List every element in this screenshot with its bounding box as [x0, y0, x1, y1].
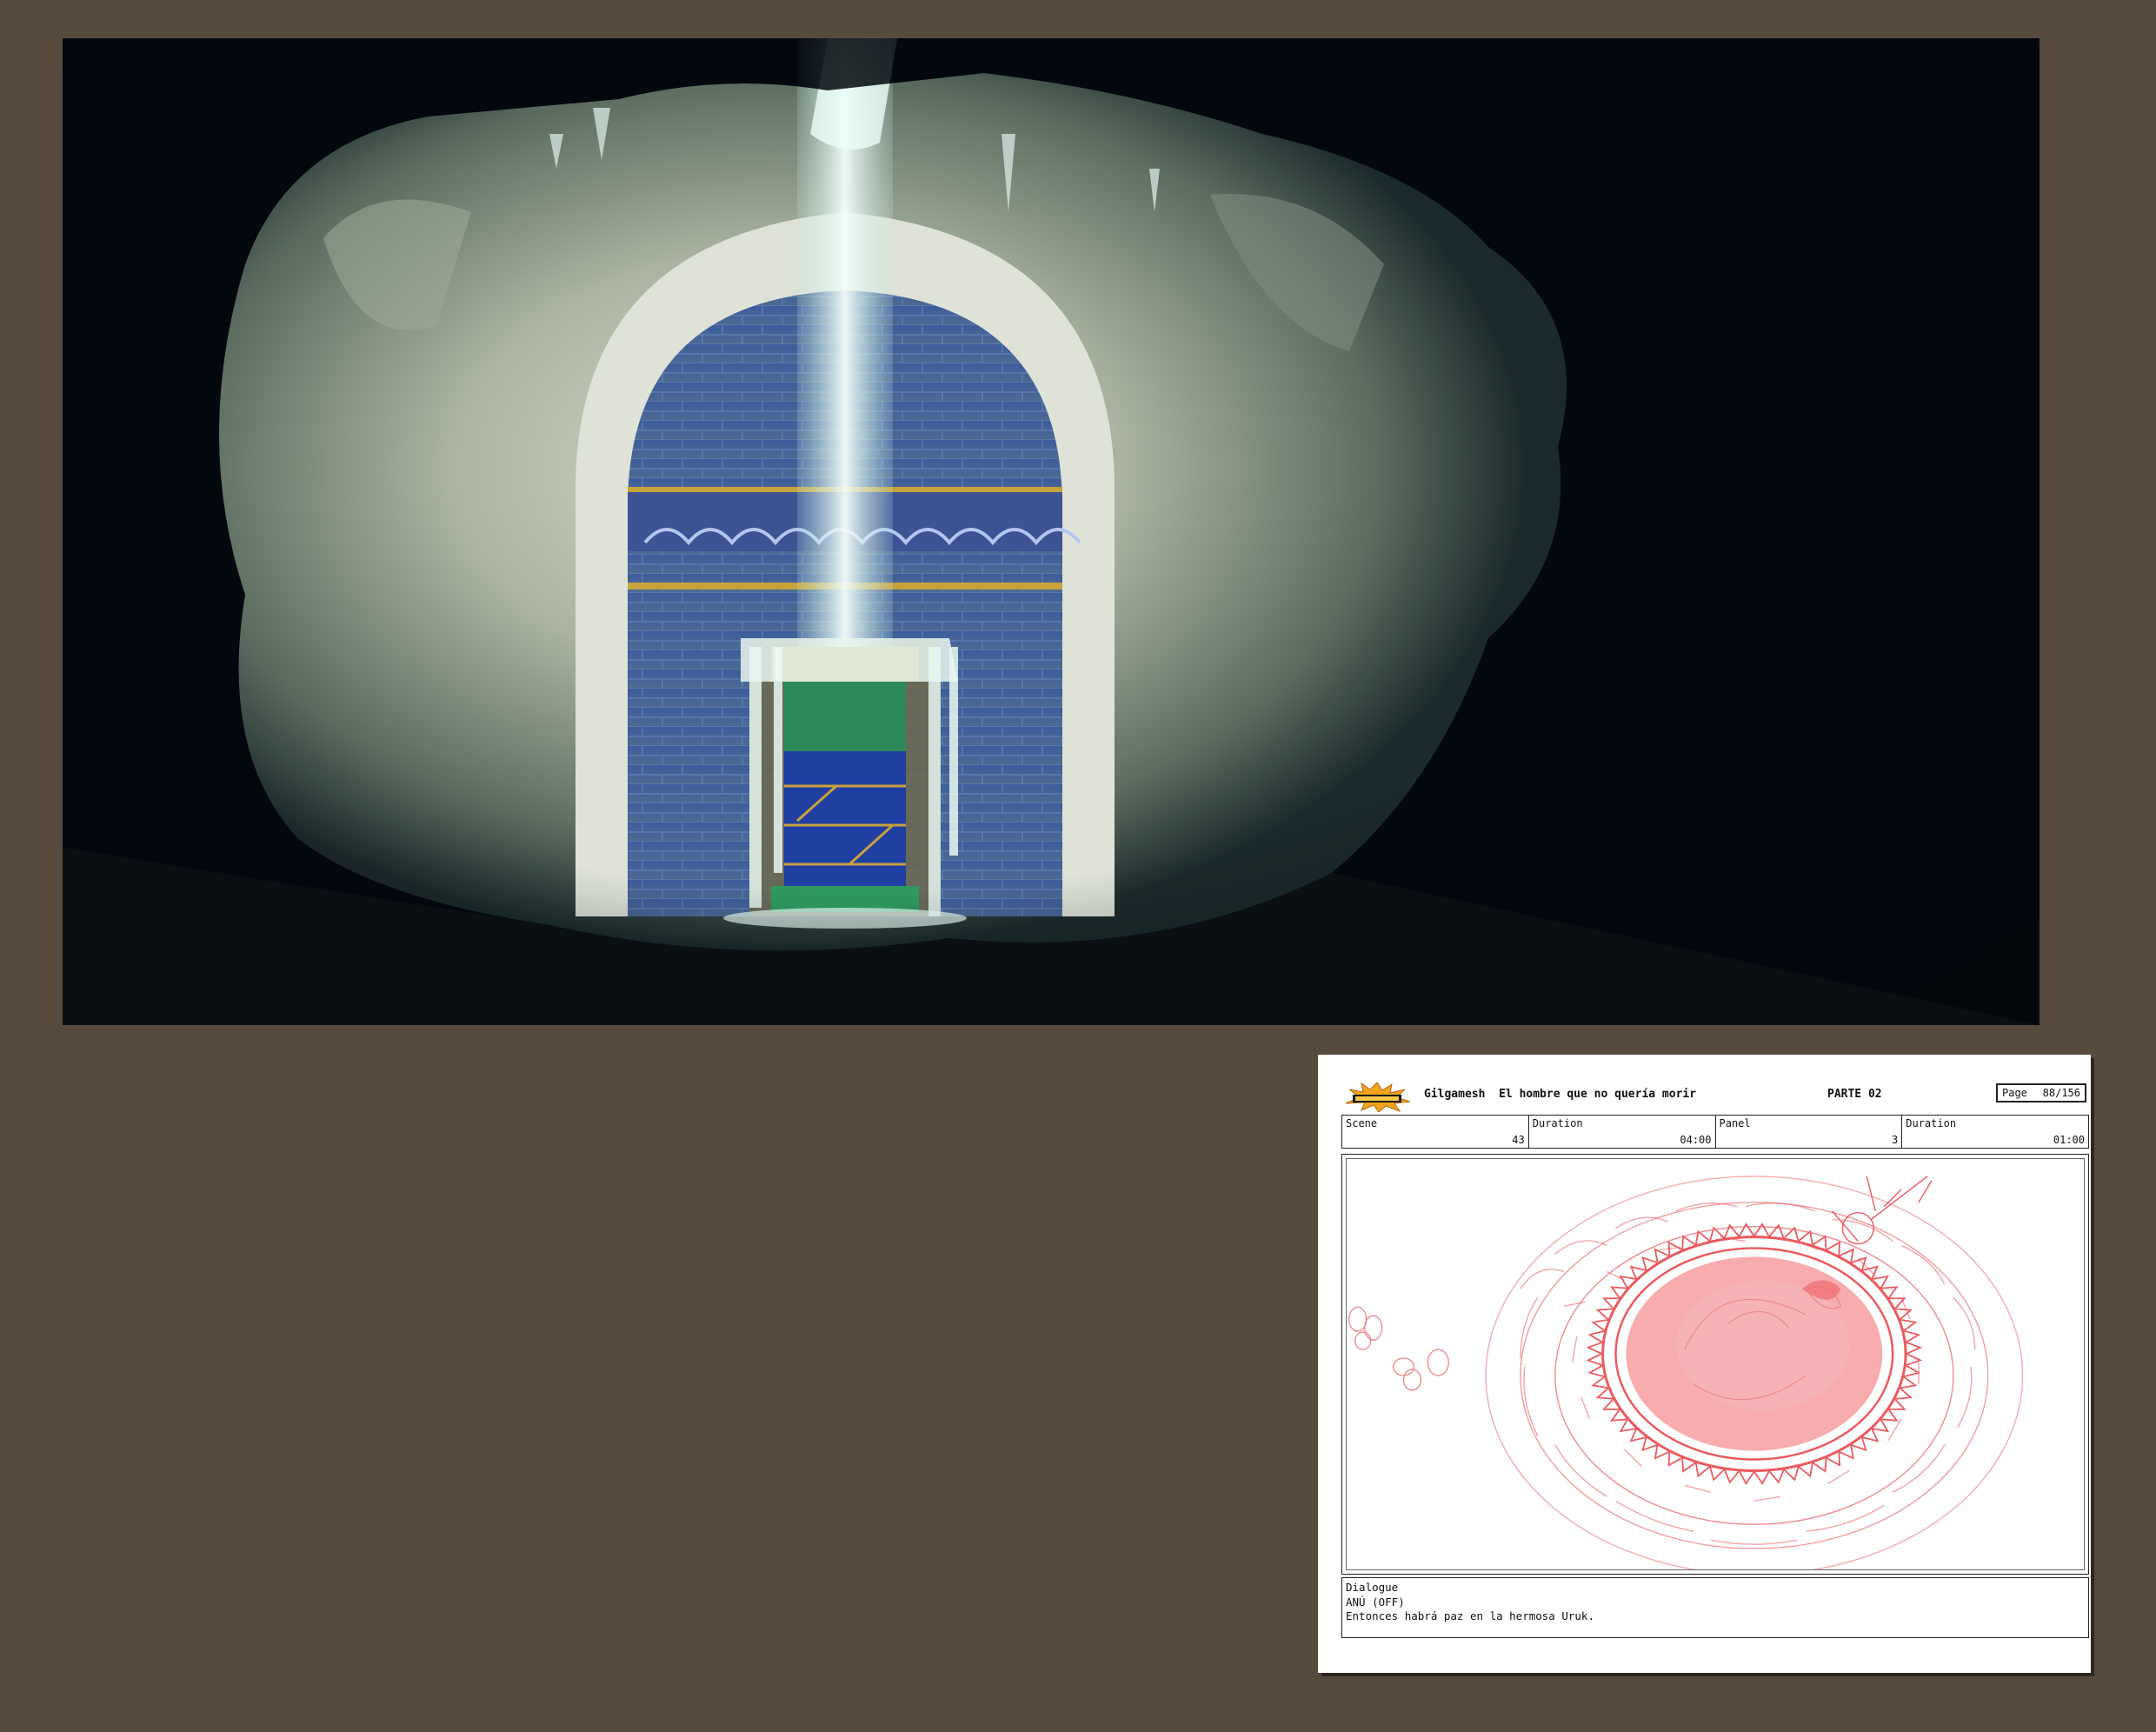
field-value: 04:00	[1680, 1134, 1712, 1146]
scene-info-bar: Scene 43 Duration 04:00 Panel 3 Duration…	[1341, 1115, 2089, 1149]
dialogue-heading: Dialogue	[1346, 1581, 1399, 1594]
sketch-drawing	[1346, 1158, 2085, 1570]
field-value: 43	[1512, 1134, 1525, 1146]
scene-field: Scene 43	[1342, 1116, 1529, 1148]
page-indicator: Page 88/156	[1996, 1083, 2086, 1102]
dialogue-speaker: ANÚ (OFF)	[1346, 1595, 1405, 1609]
page-label: Page	[2002, 1087, 2027, 1099]
storyboard-sheet: Gilgamesh El hombre que no quería morir …	[1318, 1055, 2091, 1673]
field-value: 01:00	[2053, 1134, 2085, 1146]
page-number: 88/156	[2042, 1087, 2080, 1099]
toon-boom-logo	[1344, 1082, 1410, 1112]
dialogue-line: Entonces habrá paz en la hermosa Uruk.	[1346, 1609, 1594, 1622]
part-label: PARTE 02	[1827, 1088, 1882, 1101]
field-label: Duration	[1906, 1117, 1957, 1129]
panel-frame	[1341, 1154, 2089, 1575]
panel-duration-field: Duration 01:00	[1902, 1116, 2088, 1148]
storyboard-title: Gilgamesh El hombre que no quería morir	[1424, 1088, 1697, 1101]
field-value: 3	[1892, 1134, 1899, 1146]
dialogue-box: Dialogue ANÚ (OFF) Entonces habrá paz en…	[1341, 1577, 2089, 1638]
panel-field: Panel 3	[1716, 1116, 1903, 1148]
field-label: Panel	[1719, 1117, 1751, 1129]
field-label: Duration	[1532, 1117, 1583, 1129]
background-painting	[63, 38, 2040, 1025]
scene-duration-field: Duration 04:00	[1529, 1116, 1716, 1148]
field-label: Scene	[1346, 1117, 1378, 1129]
